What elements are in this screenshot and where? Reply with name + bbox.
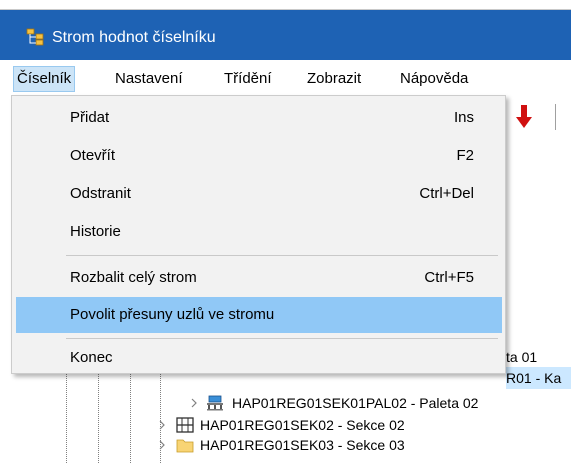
- menu-item-povolit-presuny[interactable]: Povolit přesuny uzlů ve stromu: [16, 297, 502, 333]
- menu-item-shortcut: Ins: [453, 109, 474, 126]
- chevron-right-icon[interactable]: [158, 420, 166, 430]
- menu-separator: [66, 255, 498, 256]
- menu-item-shortcut: F2: [456, 147, 474, 164]
- menu-item-label: Odstranit: [70, 185, 131, 202]
- menu-item-odstranit[interactable]: Odstranit Ctrl+Del: [16, 176, 502, 212]
- arrow-down-red-icon[interactable]: [514, 102, 534, 130]
- pallet-icon: [207, 395, 223, 411]
- window-top-border: [0, 0, 571, 10]
- tree-structure-icon: [26, 28, 44, 46]
- chevron-right-icon[interactable]: [158, 440, 166, 450]
- menu-item-label: Konec: [70, 349, 113, 366]
- menu-item-label: Historie: [70, 223, 121, 240]
- menu-item-label: Rozbalit celý strom: [70, 269, 197, 286]
- folder-icon: [176, 439, 194, 453]
- tree-row[interactable]: HAP01REG01SEK03 - Sekce 03: [154, 434, 454, 463]
- menu-napoveda[interactable]: Nápověda: [397, 66, 471, 92]
- menu-item-historie[interactable]: Historie: [16, 214, 502, 250]
- menu-item-pridat[interactable]: Přidat Ins: [16, 100, 502, 136]
- tree-row-label: HAP01REG01SEK01PAL02 - Paleta 02: [232, 395, 479, 411]
- tree-row-label: R01 - Ka: [506, 370, 562, 386]
- title-bar: Strom hodnot číselníku: [0, 0, 571, 60]
- chevron-right-icon[interactable]: [190, 398, 198, 408]
- tree-row[interactable]: HAP01REG01SEK01PAL02 - Paleta 02: [186, 392, 556, 414]
- tree-row[interactable]: HAP01REG01SEK02 - Sekce 02: [154, 414, 454, 436]
- tree-row-label: HAP01REG01SEK02 - Sekce 02: [200, 417, 405, 433]
- menu-item-rozbalit-cely-strom[interactable]: Rozbalit celý strom Ctrl+F5: [16, 260, 502, 296]
- menu-item-konec[interactable]: Konec: [16, 345, 502, 371]
- toolbar: [500, 96, 571, 136]
- menu-separator: [66, 338, 498, 339]
- menu-nastaveni[interactable]: Nastavení: [112, 66, 186, 92]
- window-title: Strom hodnot číselníku: [52, 29, 216, 46]
- menu-item-label: Otevřít: [70, 147, 116, 164]
- menu-ciselnik[interactable]: Číselník: [13, 66, 76, 92]
- menu-item-otevrit[interactable]: Otevřít F2: [16, 138, 502, 174]
- tree-row-selected[interactable]: R01 - Ka: [506, 367, 571, 389]
- tree-row[interactable]: ta 01: [506, 346, 537, 368]
- shelf-section-icon: [176, 417, 194, 433]
- menu-item-label: Povolit přesuny uzlů ve stromu: [70, 306, 275, 323]
- menu-zobrazit[interactable]: Zobrazit: [304, 66, 364, 92]
- toolbar-separator: [555, 104, 556, 130]
- menu-trideni[interactable]: Třídění: [221, 66, 275, 92]
- menu-bar: Číselník Nastavení Třídění Zobrazit Nápo…: [0, 60, 571, 96]
- menu-item-label: Přidat: [70, 109, 110, 126]
- tree-row-label: ta 01: [506, 349, 538, 365]
- menu-item-shortcut: Ctrl+Del: [419, 185, 474, 202]
- ciselnik-dropdown-menu: Přidat Ins Otevřít F2 Odstranit Ctrl+Del…: [11, 95, 506, 374]
- tree-row-label: HAP01REG01SEK03 - Sekce 03: [200, 437, 405, 453]
- menu-item-shortcut: Ctrl+F5: [424, 269, 474, 286]
